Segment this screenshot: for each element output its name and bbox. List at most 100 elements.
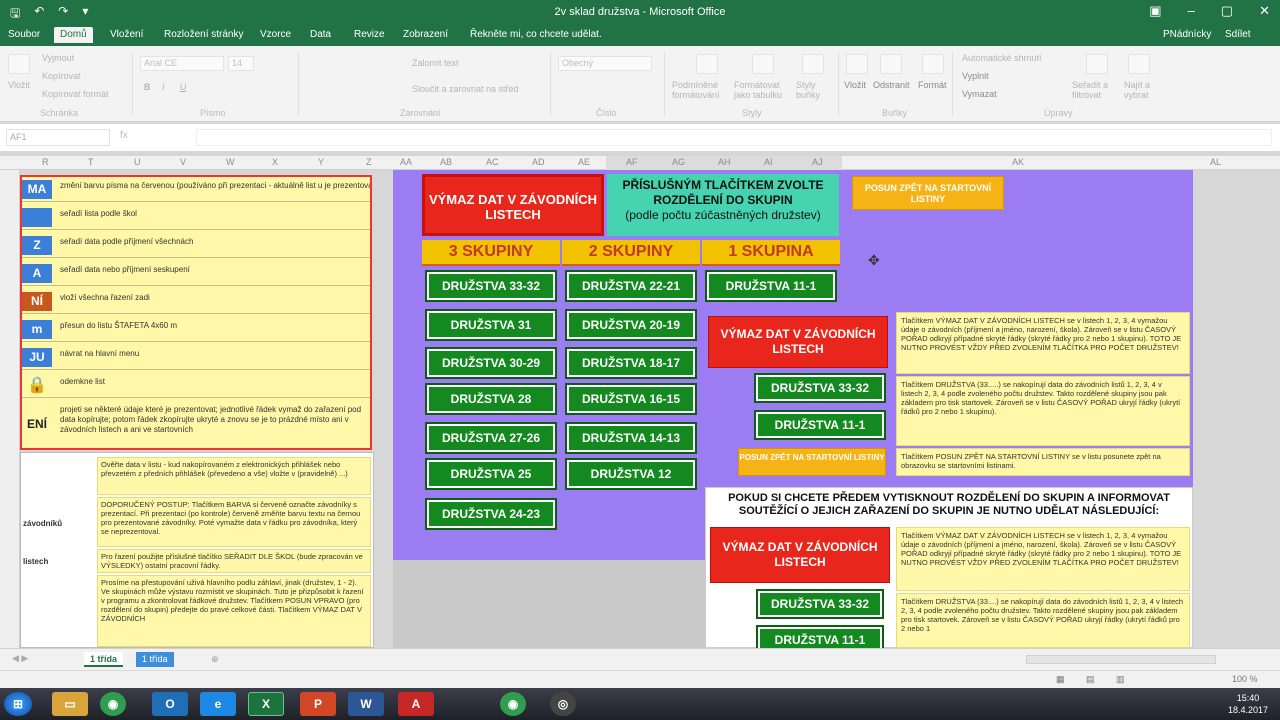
col-header[interactable]: AJ <box>812 157 823 167</box>
bottom-teams-33-32-button[interactable]: DRUŽSTVA 33-32 <box>756 589 884 619</box>
teams-30-29-button[interactable]: DRUŽSTVA 30-29 <box>425 347 557 379</box>
share-button[interactable]: Sdílet <box>1225 29 1251 40</box>
lock-icon[interactable]: 🔒 <box>22 376 52 395</box>
col-header[interactable]: AC <box>486 157 499 167</box>
insert-cells-icon[interactable] <box>846 54 868 74</box>
legend-button[interactable]: Z <box>22 236 52 255</box>
col-header[interactable]: AF <box>626 157 638 167</box>
col-header[interactable]: AI <box>764 157 773 167</box>
fx-icon[interactable]: fx <box>120 130 128 141</box>
insert-cells-button[interactable]: Vložit <box>844 80 866 90</box>
delete-cells-button[interactable]: Odstranit <box>873 80 910 90</box>
tell-me-search[interactable]: Řekněte mi, co chcete udělat. <box>470 29 602 40</box>
cut-button[interactable]: Vyjmout <box>42 53 74 63</box>
explorer-icon[interactable]: ▭ <box>52 692 88 716</box>
col-header[interactable]: T <box>88 157 94 167</box>
teams-27-26-button[interactable]: DRUŽSTVA 27-26 <box>425 422 557 454</box>
format-table-icon[interactable] <box>752 54 774 74</box>
sort-filter-icon[interactable] <box>1086 54 1108 74</box>
cell-styles-icon[interactable] <box>802 54 824 74</box>
wrap-text-button[interactable]: Zalomit text <box>412 58 459 68</box>
teams-25-button[interactable]: DRUŽSTVA 25 <box>425 458 557 490</box>
col-header[interactable]: AG <box>672 157 685 167</box>
format-cells-button[interactable]: Formát <box>918 80 947 90</box>
legend-button[interactable]: A <box>22 264 52 283</box>
outlook-icon[interactable]: O <box>152 692 188 716</box>
teams-33-32-button[interactable]: DRUŽSTVA 33-32 <box>425 270 557 302</box>
col-header[interactable]: AA <box>400 157 412 167</box>
legend-button[interactable]: NÍ <box>22 292 52 311</box>
number-format-select[interactable]: Obecný <box>558 56 652 71</box>
bottom-teams-11-1-button[interactable]: DRUŽSTVA 11-1 <box>756 625 884 648</box>
conditional-format-icon[interactable] <box>696 54 718 74</box>
font-name-select[interactable]: Arial CE <box>140 56 224 71</box>
minimize-icon[interactable]: – <box>1188 3 1195 19</box>
word-icon[interactable]: W <box>348 692 384 716</box>
col-header[interactable]: U <box>134 157 141 167</box>
legend-teams-33-32-button[interactable]: DRUŽSTVA 33-32 <box>754 373 886 403</box>
sheet-nav-icon[interactable]: ◀ ▶ <box>12 653 28 664</box>
fill-button[interactable]: Vyplnit <box>962 71 989 81</box>
legend-button[interactable]: JU <box>22 348 52 367</box>
bold-button[interactable]: B <box>144 82 151 92</box>
paste-icon[interactable] <box>8 54 30 74</box>
teams-16-15-button[interactable]: DRUŽSTVA 16-15 <box>565 383 697 415</box>
cell-styles-button[interactable]: Styly buňky <box>796 80 832 100</box>
powerpoint-icon[interactable]: P <box>300 692 336 716</box>
underline-button[interactable]: U <box>180 82 187 92</box>
col-header[interactable]: Y <box>318 157 324 167</box>
excel-icon[interactable]: X <box>248 692 284 716</box>
tab-home[interactable]: Domů <box>54 27 93 43</box>
copy-button[interactable]: Kopírovat <box>42 71 81 81</box>
merge-center-button[interactable]: Sloučit a zarovnat na střed <box>412 84 519 94</box>
sheet-tab-active[interactable]: 1 třída <box>84 652 124 667</box>
autosum-button[interactable]: Automatické shrnutí <box>962 53 1042 63</box>
teams-12-button[interactable]: DRUŽSTVA 12 <box>565 458 697 490</box>
user-name[interactable]: PNádnícky <box>1163 29 1211 40</box>
name-box[interactable]: AF1 <box>6 129 110 146</box>
find-select-icon[interactable] <box>1128 54 1150 74</box>
horizontal-scrollbar[interactable] <box>1026 655 1216 664</box>
col-header[interactable]: AH <box>718 157 731 167</box>
col-header[interactable]: AE <box>578 157 590 167</box>
tab-data[interactable]: Data <box>310 29 331 40</box>
legend-button[interactable]: m <box>22 320 52 339</box>
col-header[interactable]: AB <box>440 157 452 167</box>
maximize-icon[interactable]: ▢ <box>1221 3 1233 19</box>
format-cells-icon[interactable] <box>922 54 944 74</box>
teams-31-button[interactable]: DRUŽSTVA 31 <box>425 309 557 341</box>
normal-view-icon[interactable]: ▦ <box>1056 674 1065 685</box>
teams-24-23-button[interactable]: DRUŽSTVA 24-23 <box>425 498 557 530</box>
col-header[interactable]: R <box>42 157 49 167</box>
tab-formulas[interactable]: Vzorce <box>260 29 291 40</box>
teams-28-button[interactable]: DRUŽSTVA 28 <box>425 383 557 415</box>
chrome-icon[interactable]: ◉ <box>100 692 126 716</box>
legend-teams-11-1-button[interactable]: DRUŽSTVA 11-1 <box>754 410 886 440</box>
clear-button[interactable]: Vymazat <box>962 89 997 99</box>
add-sheet-icon[interactable]: ⊕ <box>205 652 225 667</box>
font-size-select[interactable]: 14 <box>228 56 254 71</box>
col-header[interactable]: Z <box>366 157 372 167</box>
teams-22-21-button[interactable]: DRUŽSTVA 22-21 <box>565 270 697 302</box>
page-break-view-icon[interactable]: ▥ <box>1116 674 1125 685</box>
paste-button[interactable]: Vložit <box>8 80 30 90</box>
teams-20-19-button[interactable]: DRUŽSTVA 20-19 <box>565 309 697 341</box>
italic-button[interactable]: I <box>162 82 165 92</box>
back-to-startlists-button[interactable]: POSUN ZPĚT NA STARTOVNÍ LISTINY <box>852 176 1004 210</box>
col-header[interactable]: AD <box>532 157 545 167</box>
tab-page-layout[interactable]: Rozložení stránky <box>164 29 243 40</box>
system-clock[interactable]: 15:40 18.4.2017 <box>1228 692 1268 716</box>
acrobat-icon[interactable]: A <box>398 692 434 716</box>
page-layout-view-icon[interactable]: ▤ <box>1086 674 1095 685</box>
col-header[interactable]: V <box>180 157 186 167</box>
legend-back-button[interactable]: POSUN ZPĚT NA STARTOVNÍ LISTINY <box>738 448 886 476</box>
teams-11-1-button[interactable]: DRUŽSTVA 11-1 <box>705 270 837 302</box>
media-icon[interactable]: ◎ <box>550 692 576 716</box>
tab-insert[interactable]: Vložení <box>110 29 143 40</box>
ie-icon[interactable]: e <box>200 692 236 716</box>
col-header[interactable]: AL <box>1210 157 1221 167</box>
tab-review[interactable]: Revize <box>354 29 385 40</box>
teams-14-13-button[interactable]: DRUŽSTVA 14-13 <box>565 422 697 454</box>
col-header[interactable]: X <box>272 157 278 167</box>
col-header[interactable]: W <box>226 157 235 167</box>
